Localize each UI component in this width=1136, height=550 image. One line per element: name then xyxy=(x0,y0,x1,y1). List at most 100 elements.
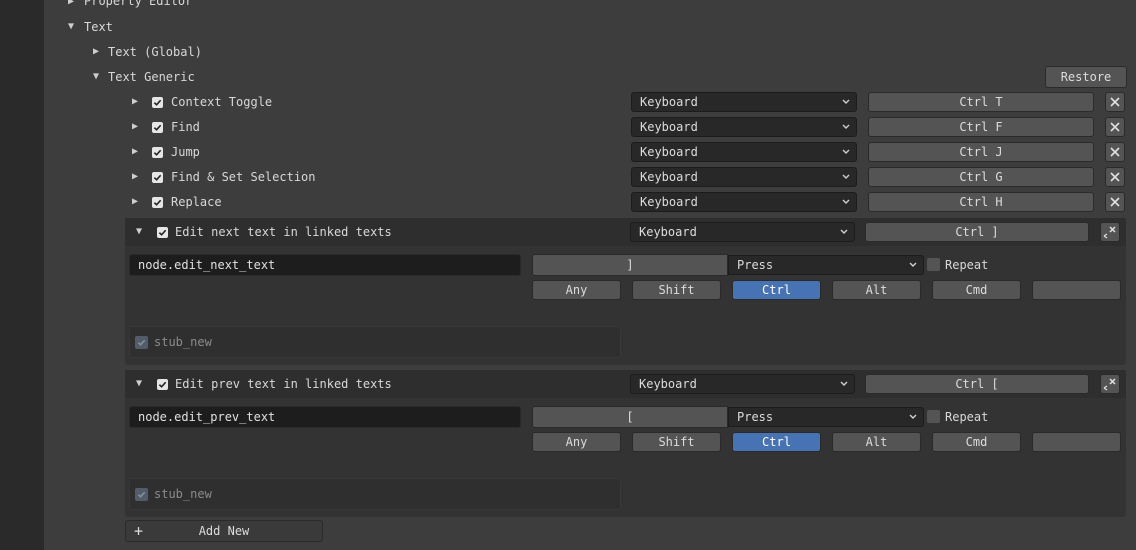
modifier-any-button[interactable]: Any xyxy=(532,432,621,452)
close-icon xyxy=(1110,147,1120,157)
chevron-down-icon xyxy=(909,262,917,267)
chevron-down-icon xyxy=(842,174,850,179)
expand-triangle-icon[interactable]: ▶ xyxy=(68,0,74,9)
collapse-triangle-icon[interactable]: ▼ xyxy=(136,225,142,239)
chevron-down-icon xyxy=(840,381,848,386)
modifier-key-button[interactable] xyxy=(1032,432,1121,452)
expand-triangle-icon[interactable]: ▶ xyxy=(132,95,138,109)
dropdown-value: Keyboard xyxy=(640,120,698,134)
expand-triangle-icon[interactable]: ▶ xyxy=(93,45,99,59)
add-new-label: Add New xyxy=(198,524,250,538)
stub-checkbox xyxy=(135,336,148,349)
modifier-ctrl-button[interactable]: Ctrl xyxy=(732,432,821,452)
chevron-down-icon xyxy=(909,414,917,419)
dropdown-value: Keyboard xyxy=(639,377,697,391)
modifier-shift-button[interactable]: Shift xyxy=(632,432,721,452)
item-enable-checkbox[interactable] xyxy=(152,172,163,183)
repeat-label: Repeat xyxy=(945,410,989,424)
expand-triangle-icon[interactable]: ▶ xyxy=(132,120,138,134)
dropdown-value: Keyboard xyxy=(640,195,698,209)
key-combo-button[interactable]: Ctrl T xyxy=(868,92,1094,112)
modifier-cmd-button[interactable]: Cmd xyxy=(932,432,1021,452)
close-icon xyxy=(1110,97,1120,107)
modifier-key-button[interactable] xyxy=(1032,280,1121,300)
stub-label: stub_new xyxy=(154,487,212,501)
restore-item-button[interactable] xyxy=(1100,374,1120,394)
modifier-alt-button[interactable]: Alt xyxy=(832,280,921,300)
repeat-checkbox[interactable] xyxy=(927,410,940,423)
key-combo-button[interactable]: Ctrl G xyxy=(868,167,1094,187)
left-gutter xyxy=(0,0,44,550)
item-enable-checkbox[interactable] xyxy=(152,147,163,158)
chevron-down-icon xyxy=(842,99,850,104)
dropdown-value: Keyboard xyxy=(640,95,698,109)
item-enable-checkbox[interactable] xyxy=(152,197,163,208)
operator-field[interactable]: node.edit_next_text xyxy=(129,254,521,276)
input-type-dropdown[interactable]: Keyboard xyxy=(630,374,855,394)
chevron-down-icon xyxy=(840,229,848,234)
close-icon xyxy=(1103,378,1116,391)
item-enable-checkbox[interactable] xyxy=(152,97,163,108)
key-field[interactable]: [ xyxy=(532,406,728,428)
dropdown-value: Press xyxy=(737,410,774,424)
item-name: Replace xyxy=(171,195,222,209)
input-type-dropdown[interactable]: Keyboard xyxy=(631,142,857,162)
remove-item-button[interactable] xyxy=(1105,192,1125,212)
tree-item-text-global[interactable]: Text (Global) xyxy=(108,44,202,60)
event-dropdown[interactable]: Press xyxy=(728,255,924,275)
item-enable-checkbox[interactable] xyxy=(152,122,163,133)
close-icon xyxy=(1103,226,1116,239)
key-combo-button[interactable]: Ctrl F xyxy=(868,117,1094,137)
operator-field[interactable]: node.edit_prev_text xyxy=(129,406,521,428)
item-name: Context Toggle xyxy=(171,95,273,109)
expand-triangle-icon[interactable]: ▶ xyxy=(132,145,138,159)
tree-item-text-generic[interactable]: Text Generic xyxy=(108,69,195,85)
item-enable-checkbox[interactable] xyxy=(157,379,168,390)
input-type-dropdown[interactable]: Keyboard xyxy=(630,222,855,242)
input-type-dropdown[interactable]: Keyboard xyxy=(631,92,857,112)
key-field[interactable]: ] xyxy=(532,254,728,276)
modifier-any-button[interactable]: Any xyxy=(532,280,621,300)
remove-item-button[interactable] xyxy=(1105,92,1125,112)
key-combo-button[interactable]: Ctrl [ xyxy=(865,374,1089,394)
remove-item-button[interactable] xyxy=(1105,167,1125,187)
item-name: Edit next text in linked texts xyxy=(175,225,392,239)
dropdown-value: Keyboard xyxy=(639,225,697,239)
expand-triangle-icon[interactable]: ▶ xyxy=(132,170,138,184)
event-dropdown[interactable]: Press xyxy=(728,407,924,427)
modifier-ctrl-button[interactable]: Ctrl xyxy=(732,280,821,300)
dropdown-value: Keyboard xyxy=(640,145,698,159)
repeat-label: Repeat xyxy=(945,258,989,272)
key-combo-button[interactable]: Ctrl ] xyxy=(865,222,1089,242)
key-combo-button[interactable]: Ctrl H xyxy=(868,192,1094,212)
chevron-down-icon xyxy=(842,199,850,204)
item-name: Jump xyxy=(171,145,200,159)
collapse-triangle-icon[interactable]: ▼ xyxy=(68,20,74,34)
close-icon xyxy=(1110,122,1120,132)
item-name: Edit prev text in linked texts xyxy=(175,377,392,391)
modifier-cmd-button[interactable]: Cmd xyxy=(932,280,1021,300)
input-type-dropdown[interactable]: Keyboard xyxy=(631,192,857,212)
modifier-alt-button[interactable]: Alt xyxy=(832,432,921,452)
remove-item-button[interactable] xyxy=(1105,117,1125,137)
repeat-checkbox[interactable] xyxy=(927,258,940,271)
item-name: Find & Set Selection xyxy=(171,170,316,184)
collapse-triangle-icon[interactable]: ▼ xyxy=(136,377,142,391)
dropdown-value: Keyboard xyxy=(640,170,698,184)
input-type-dropdown[interactable]: Keyboard xyxy=(631,117,857,137)
stub-checkbox xyxy=(135,488,148,501)
add-new-button[interactable]: + Add New xyxy=(125,520,323,542)
restore-button[interactable]: Restore xyxy=(1045,66,1127,88)
collapse-triangle-icon[interactable]: ▼ xyxy=(93,70,99,84)
tree-item-property-editor[interactable]: Property Editor xyxy=(84,0,192,9)
input-type-dropdown[interactable]: Keyboard xyxy=(631,167,857,187)
restore-item-button[interactable] xyxy=(1100,222,1120,242)
item-name: Find xyxy=(171,120,200,134)
modifier-shift-button[interactable]: Shift xyxy=(632,280,721,300)
expand-triangle-icon[interactable]: ▶ xyxy=(132,195,138,209)
tree-item-text[interactable]: Text xyxy=(84,19,113,35)
key-combo-button[interactable]: Ctrl J xyxy=(868,142,1094,162)
stub-label: stub_new xyxy=(154,335,212,349)
remove-item-button[interactable] xyxy=(1105,142,1125,162)
item-enable-checkbox[interactable] xyxy=(157,227,168,238)
